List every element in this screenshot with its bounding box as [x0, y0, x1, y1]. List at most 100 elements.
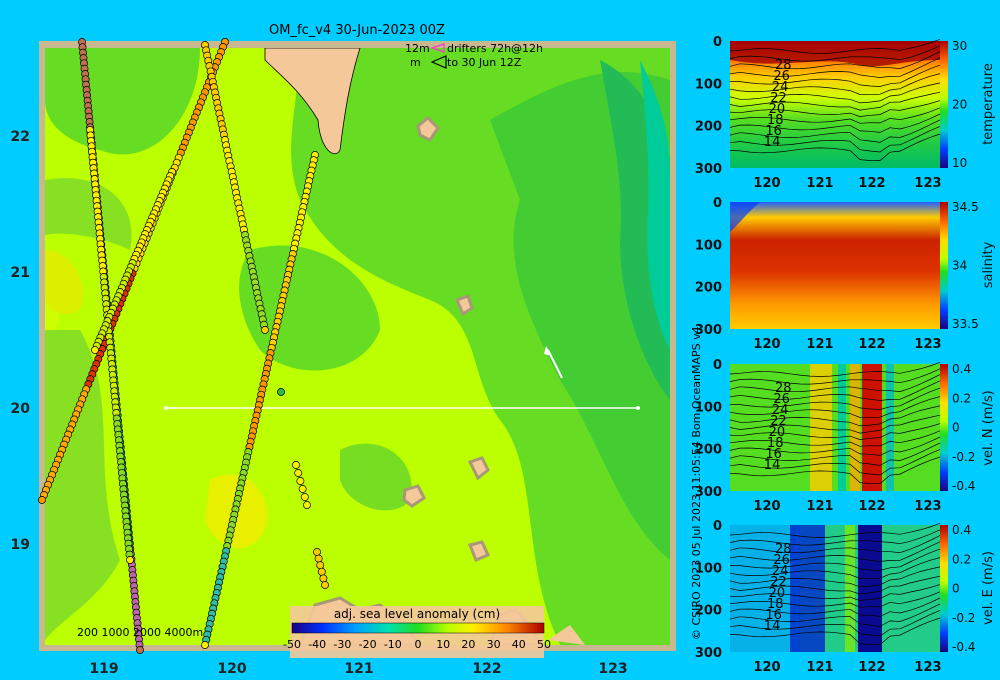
section-y-tick: 100	[695, 561, 722, 576]
section-y-tick: 300	[695, 323, 722, 338]
section-x-tick: 120	[753, 660, 780, 675]
sla-field	[45, 48, 670, 645]
drifter-position	[314, 554, 323, 563]
section-y-tick: 300	[695, 485, 722, 500]
colorbar-tick: -40	[308, 638, 326, 651]
section-cbar-tick: 0.2	[952, 552, 971, 566]
section-cbar-tick: 0	[952, 582, 960, 596]
section-cbar-tick: 0	[952, 421, 960, 435]
contour-label: 14	[764, 458, 781, 473]
section-x-tick: 120	[753, 176, 780, 191]
section-x-tick: 121	[806, 660, 833, 675]
temperature-panel: 2826242220181614	[729, 38, 948, 168]
section-x-tick: 123	[914, 176, 941, 191]
map-x-tick-122: 122	[472, 661, 501, 677]
salinity-panel	[730, 202, 948, 329]
colorbar-tick: -30	[333, 638, 351, 651]
drifter-position	[300, 493, 309, 501]
colorbar-tick: 30	[487, 638, 501, 651]
drifter-position	[303, 501, 311, 509]
section-cbar-tick: 30	[952, 39, 967, 53]
section-x-tick: 123	[914, 499, 941, 514]
contour-label: 14	[764, 135, 781, 150]
drifter-position	[296, 477, 305, 485]
section-y-tick: 100	[695, 77, 722, 92]
section-cbar-tick: 0.4	[952, 362, 971, 376]
section-x-tick: 122	[858, 660, 885, 675]
colorbar-tick: -20	[359, 638, 377, 651]
section-y-tick: 0	[713, 358, 722, 373]
drifter-position	[316, 561, 325, 570]
veln-colorbar	[940, 364, 948, 491]
colorbar-tick: -10	[384, 638, 402, 651]
section-cbar-tick: 0.2	[952, 391, 971, 405]
section-x-tick: 121	[806, 176, 833, 191]
section-cbar-tick: 33.5	[952, 317, 979, 331]
figure-title: OM_fc_v4 30-Jun-2023 00Z	[269, 23, 445, 38]
section-ylabel: temperature	[981, 63, 996, 145]
section-x-tick: 121	[806, 499, 833, 514]
colorbar-tick: 10	[436, 638, 450, 651]
section-x-tick: 120	[753, 337, 780, 352]
drifter-legend-depth-2: m	[410, 56, 421, 69]
section-ylabel: salinity	[981, 241, 996, 288]
section-y-tick: 0	[713, 35, 722, 50]
section-x-tick: 122	[858, 337, 885, 352]
section-cbar-tick: -0.4	[952, 640, 975, 654]
drifter-position	[294, 469, 303, 477]
drifter-position	[136, 646, 144, 654]
section-y-tick: 200	[695, 120, 722, 135]
colorbar-tick: 40	[512, 638, 526, 651]
section-cbar-tick: 10	[952, 156, 967, 170]
section-y-tick: 100	[695, 238, 722, 253]
map-x-tick-123: 123	[598, 661, 627, 677]
drifter-position	[292, 461, 300, 469]
map-y-axis: 22 21 20 19	[11, 129, 31, 553]
section-y-tick: 300	[695, 162, 722, 177]
credit-text: © CSIRO 2023 05 Jul 2023 11:05:54 Bom Oc…	[690, 326, 703, 640]
drifter-position	[298, 485, 307, 493]
drifter-position	[319, 574, 328, 583]
section-cbar-tick: 34.5	[952, 200, 979, 214]
map-x-tick-120: 120	[217, 661, 246, 677]
section-x-tick: 120	[753, 499, 780, 514]
section-x-tick: 122	[858, 176, 885, 191]
section-cbar-tick: -0.2	[952, 450, 975, 464]
drifter-position	[317, 567, 326, 576]
section-y-tick: 200	[695, 604, 722, 619]
map-x-tick-119: 119	[89, 661, 118, 677]
section-x-tick: 122	[858, 499, 885, 514]
map-y-tick-19: 19	[11, 537, 30, 553]
colorbar-tick: 50	[537, 638, 551, 651]
vele-colorbar	[940, 525, 948, 652]
colorbar-gradient	[291, 622, 545, 634]
drifter-position	[201, 641, 209, 649]
salinity-colorbar	[940, 202, 948, 329]
sla-colorbar: adj. sea level anomaly (cm) -50 -40 -30 -20…	[283, 606, 551, 658]
map-y-tick-20: 20	[11, 401, 31, 417]
section-y-tick: 0	[713, 196, 722, 211]
map-x-axis: 119 120 121 122 123	[89, 661, 627, 677]
drifter-position	[91, 346, 99, 354]
drifter-position	[321, 581, 329, 589]
drifter-position	[277, 388, 285, 396]
depth-legend: 200 1000 2000 4000m	[77, 626, 203, 639]
section-y-tick: 0	[713, 519, 722, 534]
drifter-position	[313, 548, 321, 556]
section-ylabel: vel. N (m/s)	[981, 390, 996, 465]
section-cbar-tick: 34	[952, 259, 967, 273]
drifter-legend-text: drifters 72h@12h	[447, 42, 543, 55]
colorbar-label: adj. sea level anomaly (cm)	[334, 607, 500, 621]
drifter-position	[261, 326, 269, 334]
drifter-legend-time: to 30 Jun 12Z	[447, 56, 522, 69]
section-cbar-tick: 20	[952, 98, 967, 112]
colorbar-tick: 0	[415, 638, 422, 651]
section-cbar-tick: 0.4	[952, 523, 971, 537]
contour-label: 14	[764, 619, 781, 634]
section-y-tick: 200	[695, 443, 722, 458]
map-y-tick-21: 21	[11, 265, 30, 281]
veln-panel: 2826242220181614	[729, 361, 948, 491]
map-panel: 119 120 121 122 123 22 21 20 19 200 1000…	[11, 38, 676, 677]
section-y-tick: 300	[695, 646, 722, 661]
colorbar-tick: 20	[461, 638, 475, 651]
